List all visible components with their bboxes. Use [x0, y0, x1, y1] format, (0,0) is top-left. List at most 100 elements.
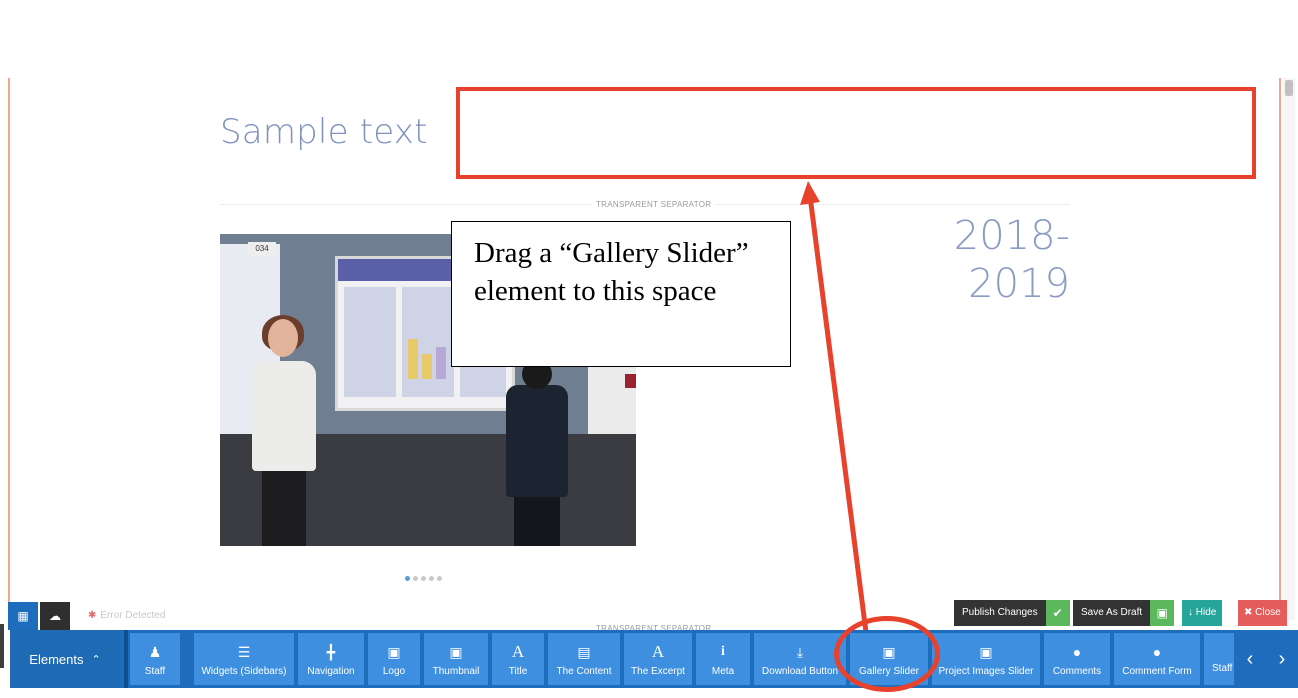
tool-the-content[interactable]: ▤ The Content	[548, 633, 620, 685]
arrow-shaft	[807, 195, 870, 641]
photo-tag: 034	[248, 242, 276, 256]
close-button[interactable]: ✖ Close	[1238, 600, 1287, 626]
person-head	[268, 319, 298, 357]
tool-label: The Excerpt	[631, 665, 685, 677]
comment-icon: ●	[1152, 643, 1162, 660]
grid-view-button[interactable]: ▦	[8, 602, 38, 630]
tool-comment-form[interactable]: ● Comment Form	[1114, 633, 1200, 685]
tool-label: Meta	[711, 665, 735, 677]
tool-project-images-slider[interactable]: ▣ Project Images Slider	[932, 633, 1040, 685]
year-line-2: 2019	[968, 261, 1070, 307]
close-text: ✖ Close	[1238, 600, 1287, 626]
person-legs	[262, 469, 306, 546]
elements-toggle-button[interactable]: Elements ⌃	[10, 630, 120, 688]
chevron-up-icon: ⌃	[91, 653, 101, 666]
person-legs	[514, 495, 560, 546]
tool-widgets-sidebars[interactable]: ☰ Widgets (Sidebars)	[194, 633, 294, 685]
tool-label: Title	[508, 665, 528, 677]
image-icon: ▣	[387, 643, 401, 660]
toolbar-divider	[124, 630, 128, 688]
year-line-1: 2018-	[953, 213, 1070, 259]
chevron-right-icon[interactable]: ›	[1279, 648, 1286, 671]
poster-bar	[408, 339, 418, 379]
tool-comments[interactable]: ● Comments	[1044, 633, 1110, 685]
tool-label: Staff	[1212, 663, 1233, 674]
hide-text: ↓ Hide	[1182, 600, 1222, 626]
arrow-head	[800, 181, 820, 205]
bug-icon: ✱	[88, 610, 97, 621]
title-icon: A	[511, 641, 525, 661]
image-icon: ▣	[979, 643, 993, 660]
photo-person-right	[502, 359, 572, 546]
separator-label-top: TRANSPARENT SEPARATOR	[592, 200, 716, 209]
photo-person-left	[248, 315, 320, 546]
tool-thumbnail[interactable]: ▣ Thumbnail	[424, 633, 488, 685]
hide-button[interactable]: ↓ Hide	[1182, 600, 1223, 626]
toolbar-scroll-arrows: ‹ ›	[1234, 630, 1298, 688]
slider-dot[interactable]	[429, 576, 434, 581]
chevron-left-icon[interactable]: ‹	[1247, 648, 1254, 671]
tool-label: Navigation	[307, 665, 355, 677]
tool-label: Logo	[382, 665, 406, 677]
tool-the-excerpt[interactable]: A The Excerpt	[624, 633, 692, 685]
slider-dot[interactable]	[437, 576, 442, 581]
slider-dot[interactable]	[413, 576, 418, 581]
slider-dots[interactable]	[405, 576, 442, 584]
tool-label: Comment Form	[1122, 665, 1192, 677]
tool-label: Comments	[1052, 665, 1102, 677]
poster-bar	[422, 354, 432, 379]
image-icon: ▣	[449, 643, 463, 660]
save-draft-button[interactable]: Save As Draft ▣	[1073, 600, 1175, 626]
slider-dot[interactable]	[421, 576, 426, 581]
tool-logo[interactable]: ▣ Logo	[368, 633, 420, 685]
page-frame-right	[1279, 78, 1281, 620]
poster-column	[344, 287, 396, 397]
gallery-slider-highlight	[834, 616, 940, 692]
tool-navigation[interactable]: ╋ Navigation	[298, 633, 364, 685]
page-heading: Sample text	[220, 112, 428, 152]
scrollbar[interactable]	[1283, 78, 1295, 620]
error-status[interactable]: ✱ Error Detected	[88, 610, 165, 621]
tool-label: Project Images Slider	[938, 665, 1034, 677]
publish-label: Publish Changes	[962, 607, 1038, 618]
page-frame-left	[8, 78, 10, 620]
widgets-icon: ☰	[237, 643, 251, 660]
tool-label: The Content	[556, 665, 612, 677]
slider-dot[interactable]	[405, 576, 410, 581]
tool-label: Staff	[144, 665, 166, 677]
check-icon: ✔	[1045, 600, 1070, 626]
elements-label: Elements	[29, 651, 84, 667]
title-icon: A	[651, 641, 665, 661]
close-label: Close	[1255, 607, 1281, 618]
person-body	[506, 385, 568, 497]
scrollbar-thumb[interactable]	[1285, 80, 1293, 96]
tool-staff-partial[interactable]: Staff	[1204, 633, 1234, 685]
person-body	[252, 361, 316, 471]
drop-target-highlight	[456, 87, 1256, 179]
cloud-button[interactable]: ☁	[40, 602, 70, 630]
left-edge-stub	[0, 624, 4, 668]
tool-label: Widgets (Sidebars)	[201, 665, 287, 677]
tool-staff[interactable]: ♟ Staff	[130, 633, 180, 685]
tool-title[interactable]: A Title	[492, 633, 544, 685]
photo-poster-red-label	[625, 374, 636, 388]
poster-bar	[436, 347, 446, 379]
content-icon: ▤	[577, 643, 591, 660]
tool-meta[interactable]: i Meta	[696, 633, 750, 685]
instruction-callout: Drag a “Gallery Slider” element to this …	[451, 221, 791, 367]
year-range: 2018- 2019	[900, 212, 1070, 308]
draft-label: Save As Draft	[1081, 607, 1143, 618]
grid-icon: ▦	[17, 609, 29, 623]
cloud-icon: ☁	[49, 609, 61, 623]
publish-changes-button[interactable]: Publish Changes ✔	[954, 600, 1070, 626]
info-icon: i	[721, 643, 725, 659]
save-icon: ▣	[1150, 600, 1175, 626]
error-text: Error Detected	[100, 610, 166, 621]
user-icon: ♟	[148, 643, 162, 660]
tool-label: Thumbnail	[432, 665, 480, 677]
navigation-icon: ╋	[326, 643, 336, 660]
download-icon: ⤓	[796, 643, 804, 660]
comments-icon: ●	[1072, 643, 1082, 660]
arrow-down-icon: ↓	[1188, 607, 1196, 618]
tool-download-button[interactable]: ⤓ Download Button	[754, 633, 846, 685]
